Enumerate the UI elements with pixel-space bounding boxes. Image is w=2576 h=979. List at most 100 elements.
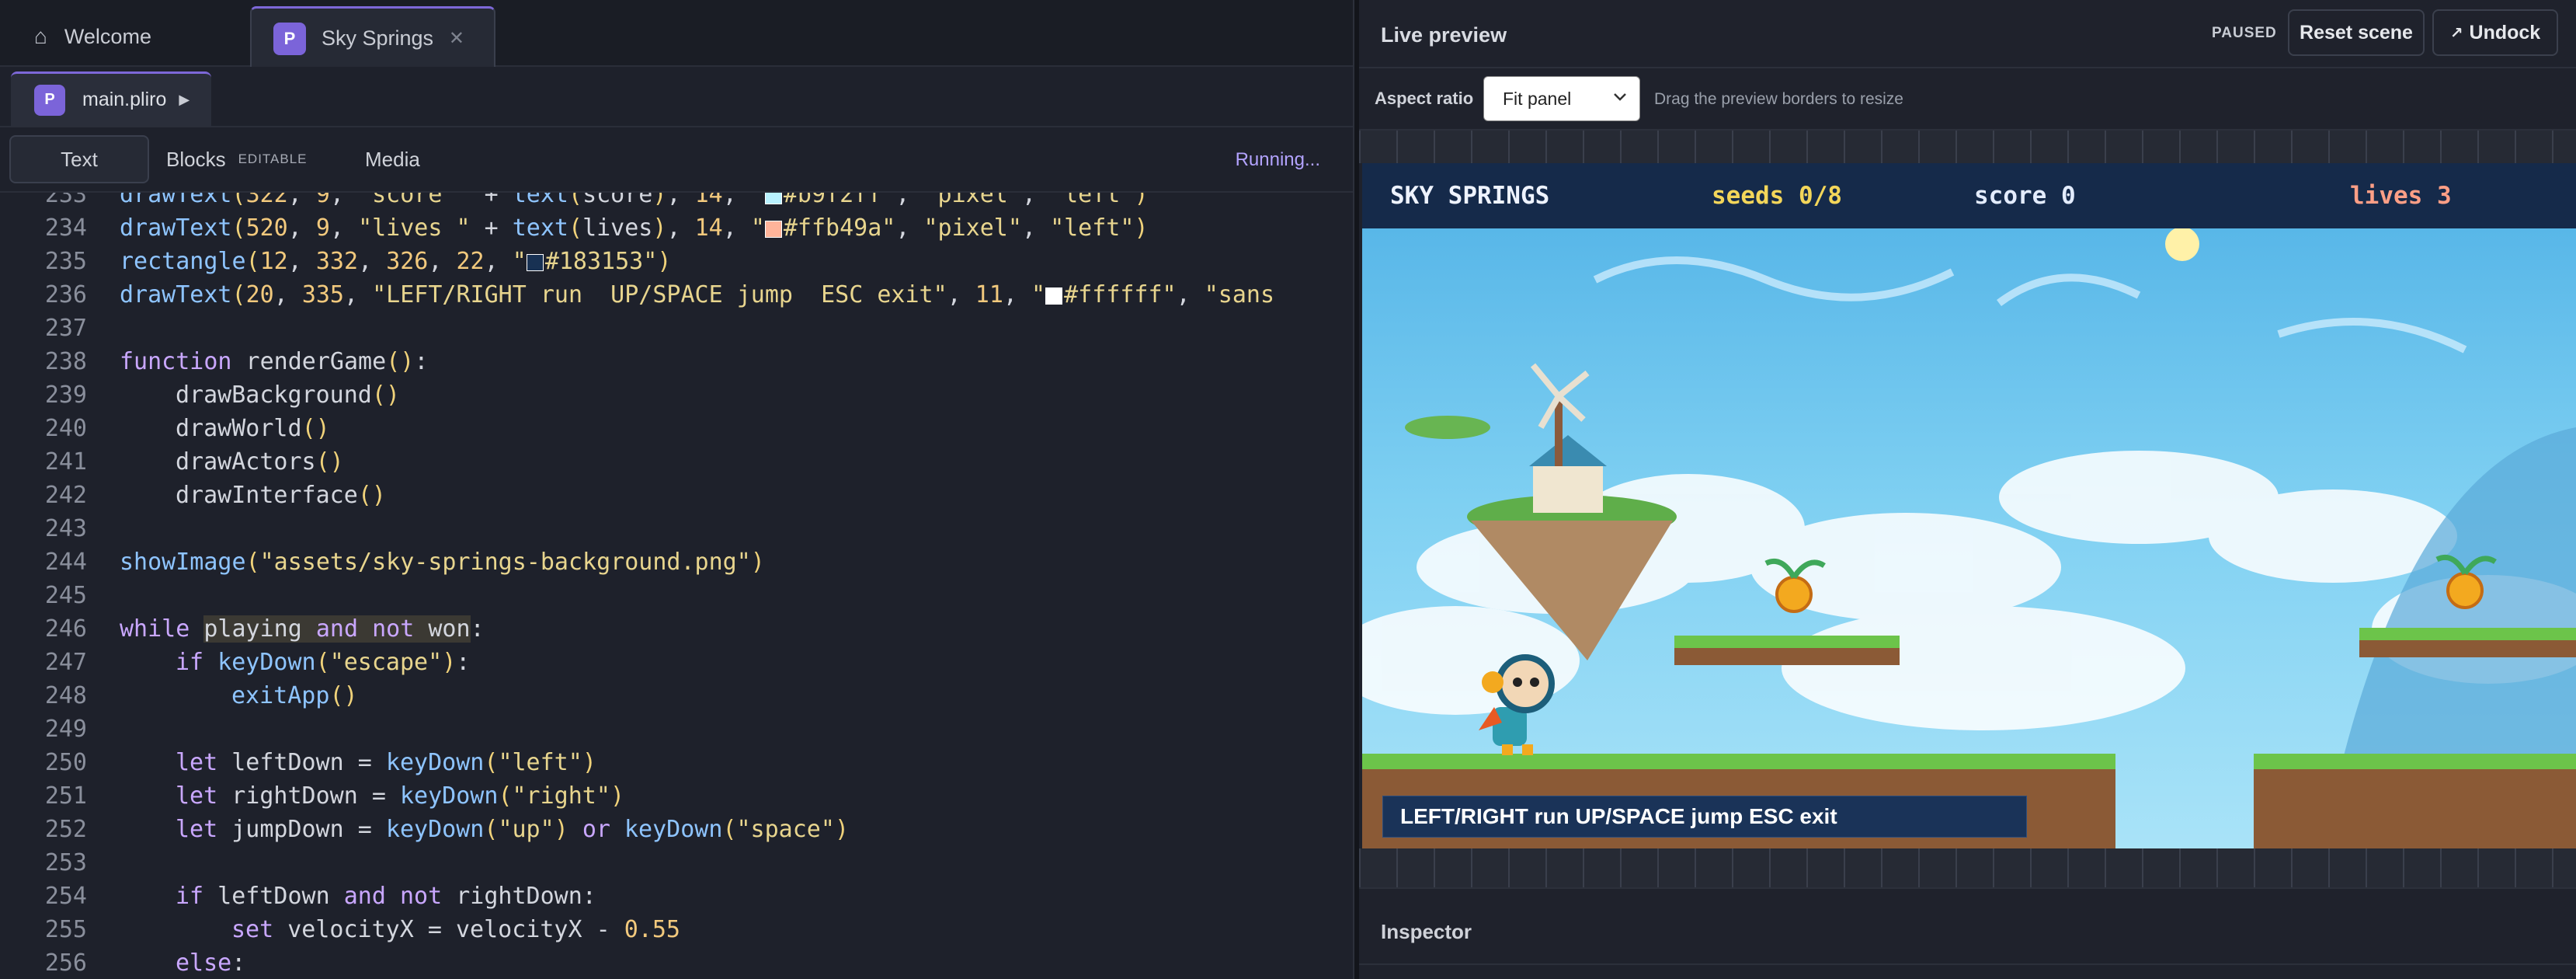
tab-sky-springs-label: Sky Springs [322, 26, 434, 50]
code-line: 242 drawInterface() [0, 479, 1353, 512]
resize-hint: Drag the preview borders to resize [1654, 90, 1903, 108]
code-line: 250 let leftDown = keyDown("left") [0, 746, 1353, 779]
preview-toolbar: Aspect ratio Fit panel Drag the preview … [1359, 68, 2576, 131]
mode-media-label: Media [365, 147, 420, 171]
code-line: 252 let jumpDown = keyDown("up") or keyDo… [0, 813, 1353, 846]
play-caret-icon[interactable]: ▶ [179, 92, 189, 108]
mode-blocks-label: Blocks [166, 147, 226, 171]
line-number: 233 [44, 193, 87, 208]
code-line: 256 else: [0, 946, 1353, 979]
code-line: 255 set velocityX = velocityX - 0.55 [0, 913, 1353, 946]
home-icon: ⌂ [34, 24, 47, 48]
mode-bar: Text Blocks EDITABLE Media Running... [0, 127, 1353, 193]
line-number: 235 [44, 248, 87, 275]
line-number: 234 [44, 214, 87, 242]
code-line: 251 let rightDown = keyDown("right") [0, 779, 1353, 813]
code-line: 234 drawText(520, 9, "lives " + text(live… [0, 211, 1353, 245]
code-line: 244 showImage("assets/sky-springs-backgro… [0, 545, 1353, 579]
preview-header: Live preview PAUSED Reset scene ↗ Undock [1359, 0, 2576, 68]
game-scene [1362, 227, 2576, 848]
reset-scene-button[interactable]: Reset scene [2288, 9, 2425, 56]
code-line: 233 drawText(322, 9, "score " + text(scor… [0, 193, 1353, 211]
tab-bar: ⌂ Welcome P Sky Springs ✕ [0, 0, 1353, 68]
mode-media-tab[interactable]: Media [365, 135, 420, 183]
controls-help-bar: LEFT/RIGHT run UP/SPACE jump ESC exit [1382, 796, 2027, 838]
code-line: 235 rectangle(12, 332, 326, 22, " #183153"… [0, 245, 1353, 278]
inspector-title: Inspector [1381, 920, 1472, 943]
hud-seeds: seeds 0/8 [1712, 182, 1842, 210]
undock-label: Undock [2469, 21, 2541, 44]
code-line: 249 [0, 712, 1353, 746]
line-number: 240 [44, 415, 87, 442]
line-number: 236 [44, 281, 87, 308]
project-badge-icon: P [273, 22, 306, 55]
small-island-icon [1405, 416, 1490, 439]
mode-text-label: Text [61, 147, 98, 171]
mode-blocks-tab[interactable]: Blocks EDITABLE [166, 135, 308, 183]
line-number: 243 [44, 515, 87, 542]
line-number: 247 [44, 649, 87, 676]
code-line: 238 function renderGame(): [0, 345, 1353, 378]
line-number: 242 [44, 482, 87, 509]
code-line: 240 drawWorld() [0, 412, 1353, 445]
file-name: main.pliro [82, 89, 167, 110]
run-status: Running... [1235, 149, 1320, 170]
line-number: 246 [44, 615, 87, 643]
code-line: 247 if keyDown("escape"): [0, 646, 1353, 679]
aspect-ratio-label: Aspect ratio [1375, 89, 1474, 108]
chevron-down-icon [1614, 93, 1626, 101]
code-area[interactable]: 233 drawText(322, 9, "score " + text(scor… [0, 193, 1353, 979]
line-number: 255 [44, 916, 87, 943]
wind-swirl-icon [1593, 256, 2467, 354]
line-number: 245 [44, 582, 87, 609]
pane-splitter[interactable] [1353, 0, 1359, 979]
line-number: 241 [44, 448, 87, 476]
tab-sky-springs[interactable]: P Sky Springs ✕ [250, 6, 495, 68]
line-number: 256 [44, 949, 87, 977]
line-number: 253 [44, 849, 87, 876]
file-bar: P main.pliro ▶ [0, 67, 1353, 127]
line-number: 251 [44, 782, 87, 810]
code-line: 254 if leftDown and not rightDown: [0, 880, 1353, 913]
line-number: 237 [44, 315, 87, 342]
tab-welcome-label: Welcome [64, 24, 151, 48]
line-number: 238 [44, 348, 87, 375]
mode-blocks-badge: EDITABLE [238, 152, 308, 166]
aspect-ratio-value: Fit panel [1503, 88, 1572, 109]
line-number: 250 [44, 749, 87, 776]
app-window: ⌂ Welcome P Sky Springs ✕ P main.pliro ▶… [0, 0, 2576, 979]
line-number: 252 [44, 816, 87, 843]
live-preview-pane: Live preview PAUSED Reset scene ↗ Undock… [1359, 0, 2576, 979]
file-tab-main[interactable]: P main.pliro ▶ [11, 71, 211, 126]
line-number: 254 [44, 883, 87, 910]
line-number: 244 [44, 549, 87, 576]
code-line: 245 [0, 579, 1353, 612]
line-number: 248 [44, 682, 87, 709]
close-tab-icon[interactable]: ✕ [449, 27, 464, 50]
inspector-divider [1359, 963, 2576, 965]
game-canvas[interactable]: SKY SPRINGS seeds 0/8 score 0 lives 3 LE… [1362, 163, 2576, 848]
code-editor-pane: ⌂ Welcome P Sky Springs ✕ P main.pliro ▶… [0, 0, 1353, 979]
code-line: 239 drawBackground() [0, 378, 1353, 412]
hud-title: SKY SPRINGS [1390, 182, 1550, 210]
code-line: 248 exitApp() [0, 679, 1353, 712]
preview-ruler-bottom[interactable] [1359, 848, 2576, 887]
undock-icon: ↗ [2449, 24, 2463, 42]
undock-button[interactable]: ↗ Undock [2432, 9, 2558, 56]
tab-welcome[interactable]: ⌂ Welcome [11, 6, 244, 67]
preview-status-badge: PAUSED [2212, 25, 2277, 41]
preview-title: Live preview [1381, 23, 1507, 47]
line-number: 249 [44, 716, 87, 743]
line-number: 239 [44, 381, 87, 409]
preview-ruler-top[interactable] [1359, 131, 2576, 163]
mode-text-tab[interactable]: Text [9, 135, 149, 183]
code-line: 241 drawActors() [0, 445, 1353, 479]
code-line: 246 while playing and not won: [0, 612, 1353, 646]
code-line: 253 [0, 846, 1353, 880]
aspect-ratio-select[interactable]: Fit panel [1483, 76, 1640, 121]
code-line: 243 [0, 512, 1353, 545]
game-hud: SKY SPRINGS seeds 0/8 score 0 lives 3 [1362, 163, 2576, 228]
code-line: 236 drawText(20, 335, "LEFT/RIGHT run UP/… [0, 278, 1353, 312]
file-badge-icon: P [34, 84, 65, 116]
code-line: 237 [0, 312, 1353, 345]
